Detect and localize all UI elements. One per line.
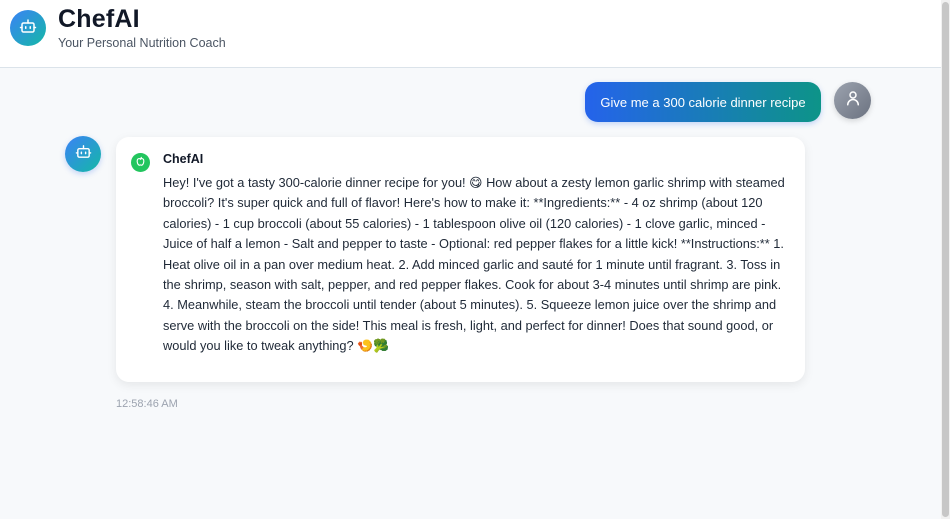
robot-icon — [75, 143, 92, 165]
bot-avatar — [65, 136, 101, 172]
apple-icon — [135, 154, 146, 172]
bot-message-text: Hey! I've got a tasty 300-calorie dinner… — [163, 175, 785, 354]
app-header: ChefAI Your Personal Nutrition Coach — [0, 0, 941, 68]
user-message-bubble: Give me a 300 calorie dinner recipe — [585, 82, 821, 122]
chef-badge — [131, 153, 150, 172]
user-message-text: Give me a 300 calorie dinner recipe — [600, 94, 806, 110]
sender-name: ChefAI — [163, 152, 204, 166]
scrollbar-thumb[interactable] — [942, 2, 949, 517]
bot-message-card: ChefAI Hey! I've got a tasty 300-calorie… — [116, 137, 805, 382]
user-avatar — [834, 82, 871, 119]
message-timestamp: 12:58:46 AM — [116, 398, 178, 410]
app-subtitle: Your Personal Nutrition Coach — [58, 36, 226, 50]
robot-icon — [19, 17, 37, 40]
user-icon — [844, 89, 862, 112]
app-title: ChefAI — [58, 5, 140, 33]
app-logo — [10, 10, 46, 46]
